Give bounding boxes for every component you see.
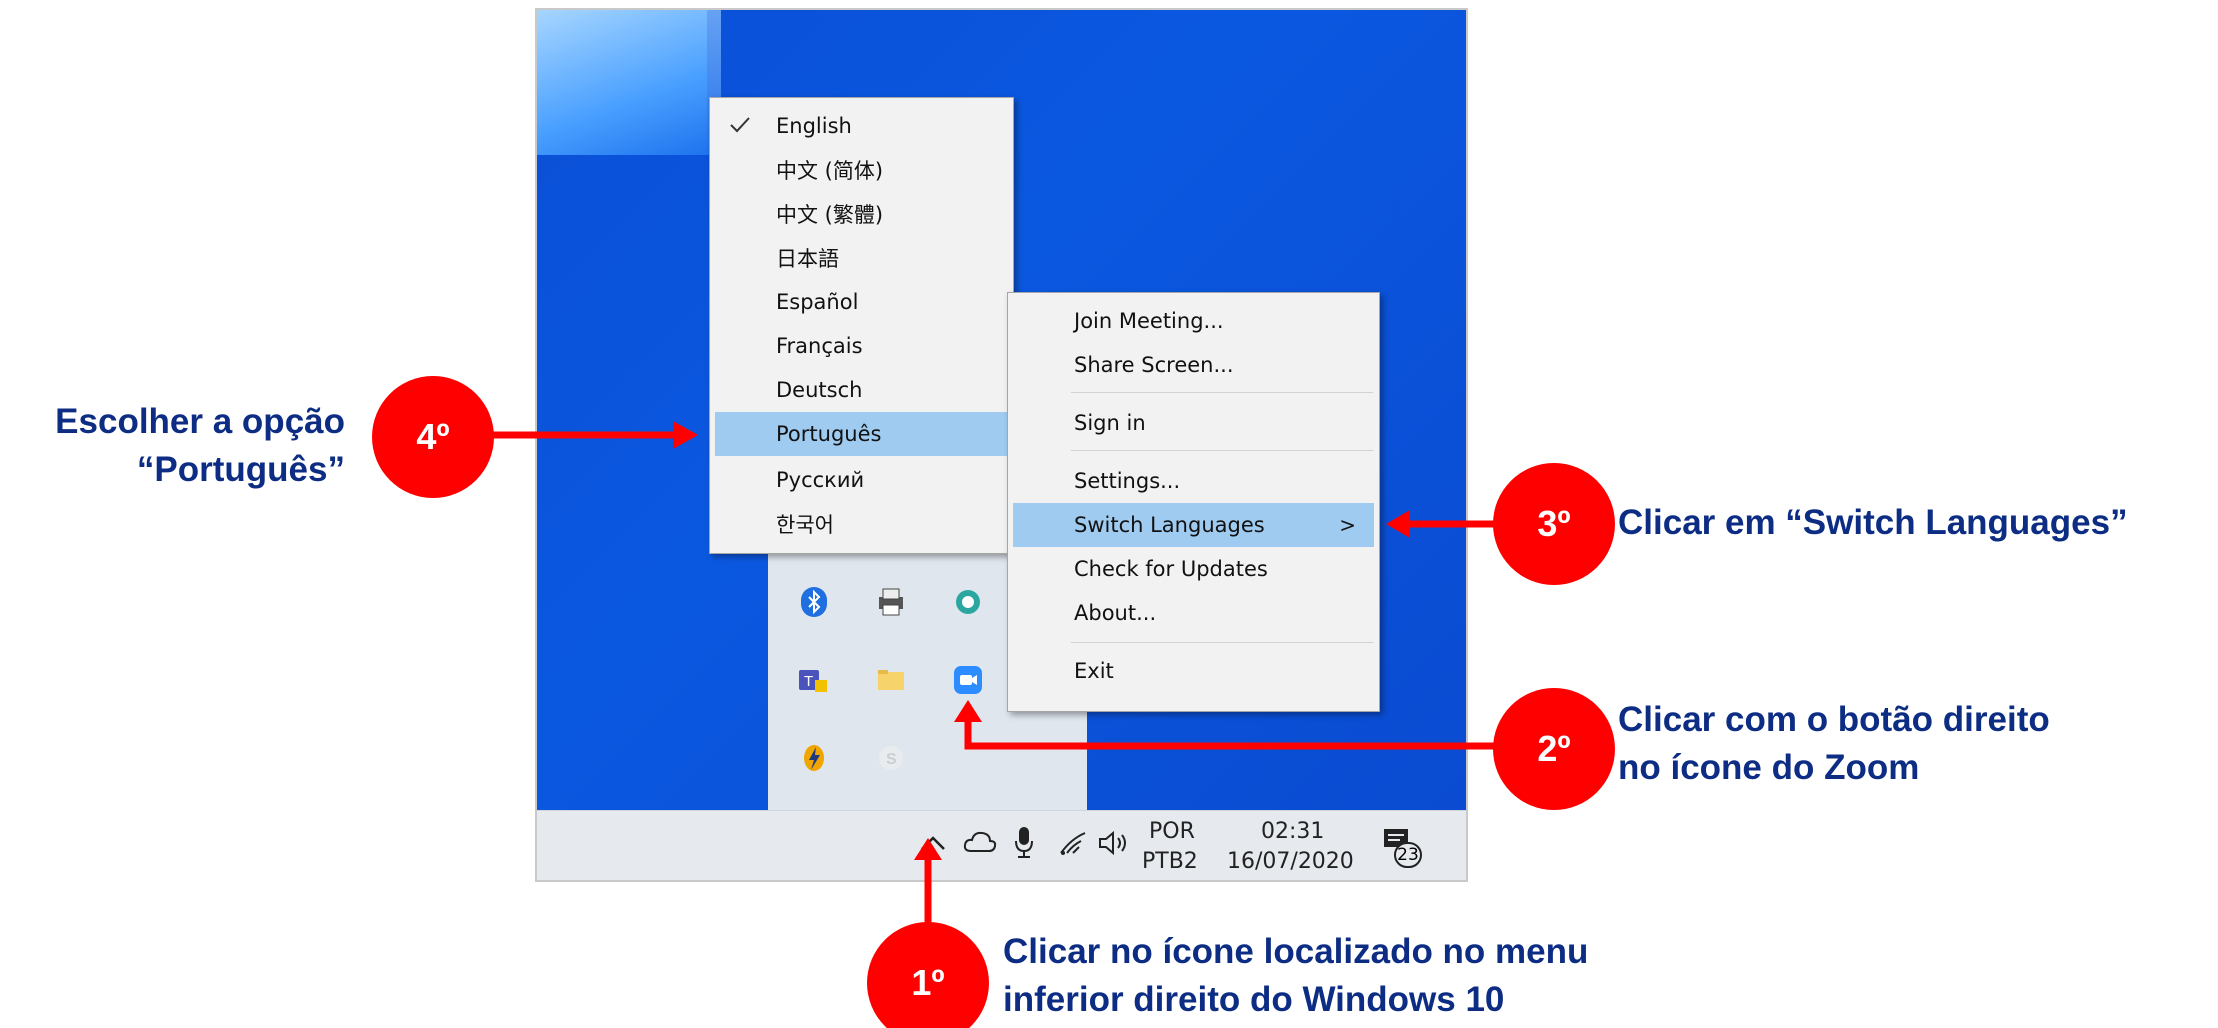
arrow-head-step-2 [954,700,982,722]
step-1-caption: Clicar no ícone localizado no menu infer… [1003,932,1589,1019]
step-4-badge: 4º [372,376,494,498]
step-4-caption: Escolher a opção “Português” [55,402,345,489]
arrow-head-step-4 [673,421,698,449]
step-2-badge: 2º [1493,688,1615,810]
step-3-badge: 3º [1493,463,1615,585]
arrow-step-2 [964,716,1500,750]
arrow-head-step-1 [914,838,942,860]
step-2-caption: Clicar com o botão direito no ícone do Z… [1618,700,2050,787]
arrow-head-step-3 [1386,510,1410,538]
step-3-caption: Clicar em “Switch Languages” [1618,503,2128,542]
